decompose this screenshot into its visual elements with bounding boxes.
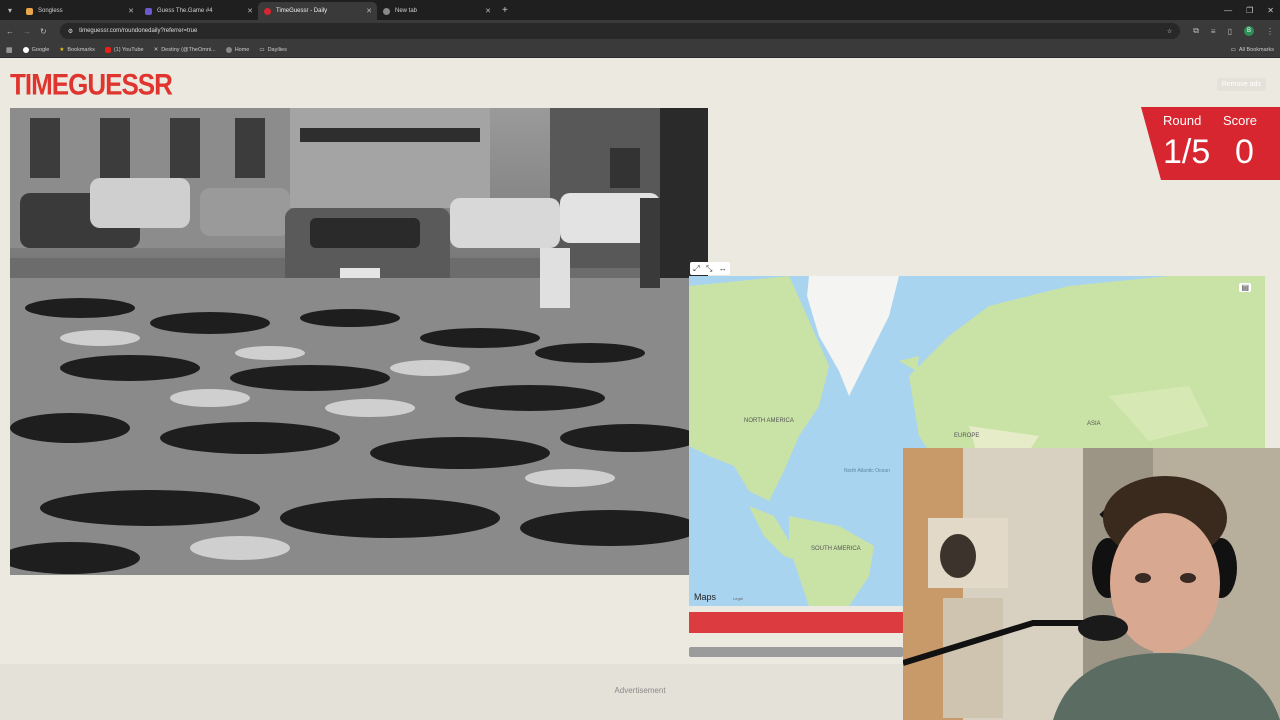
bookmark-bookmarks[interactable]: ★ Bookmarks bbox=[59, 47, 94, 53]
round-value: 1/5 bbox=[1163, 133, 1211, 171]
bookmark-destiny[interactable]: ✕ Destiny (@TheOmni... bbox=[154, 47, 216, 53]
bookmark-dayilies[interactable]: ▭ Dayilies bbox=[259, 47, 286, 53]
x-icon: ✕ bbox=[153, 46, 159, 53]
minimize-icon[interactable]: — bbox=[1224, 6, 1232, 15]
webcam-image bbox=[903, 448, 1280, 720]
bookmark-label: Bookmarks bbox=[67, 46, 95, 53]
map-size-controls[interactable]: ⤢ ⤡ ↔ bbox=[690, 262, 730, 275]
map-label: EUROPE bbox=[954, 433, 979, 439]
bookmark-label: Google bbox=[31, 46, 50, 53]
tab-search-icon[interactable]: ▾ bbox=[0, 0, 20, 20]
tab-guess-the-game[interactable]: Guess The.Game #4 ✕ bbox=[139, 2, 258, 20]
favicon-icon bbox=[26, 7, 33, 15]
map-label: ASIA bbox=[1087, 421, 1101, 427]
tab-title: Guess The.Game #4 bbox=[157, 8, 213, 14]
bookmark-home[interactable]: Home bbox=[225, 46, 250, 53]
pin-map-icon[interactable]: ↔ bbox=[719, 264, 727, 273]
forward-icon[interactable]: → bbox=[23, 27, 31, 36]
globe-icon bbox=[225, 46, 232, 53]
tab-title: New tab bbox=[395, 8, 418, 14]
star-icon: ★ bbox=[59, 46, 65, 53]
extensions-icon[interactable]: ⧉ bbox=[1193, 26, 1199, 36]
favicon-icon bbox=[145, 7, 152, 15]
all-bookmarks[interactable]: ▭ All Bookmarks bbox=[1231, 47, 1274, 53]
youtube-icon bbox=[104, 46, 111, 53]
profile-avatar[interactable]: B bbox=[1244, 26, 1254, 36]
guess-button[interactable] bbox=[689, 612, 903, 633]
maximize-icon[interactable]: ❐ bbox=[1246, 6, 1253, 15]
map-label: SOUTH AMERICA bbox=[811, 546, 861, 552]
address-bar[interactable]: ⚙ timeguessr.com/roundonedaily?referrer=… bbox=[59, 23, 1181, 39]
sidepanel-icon[interactable]: ▯ bbox=[1228, 27, 1232, 36]
timeguessr-logo[interactable]: TIMEGUESSR bbox=[10, 67, 173, 103]
bookmark-label: (1) YouTube bbox=[113, 46, 144, 53]
map-label: North Atlantic Ocean bbox=[844, 468, 890, 474]
new-tab-icon[interactable]: + bbox=[502, 5, 508, 16]
reload-icon[interactable]: ↻ bbox=[40, 27, 47, 36]
score-value: 0 bbox=[1235, 133, 1254, 171]
media-icon[interactable]: ≡ bbox=[1211, 27, 1216, 36]
tab-title: Songless bbox=[38, 8, 63, 14]
all-bookmarks-label: All Bookmarks bbox=[1238, 46, 1274, 53]
folder-icon: ▭ bbox=[1230, 46, 1236, 53]
menu-icon[interactable]: ⋮ bbox=[1266, 27, 1274, 36]
round-score-box: Round Score 1/5 0 bbox=[1141, 107, 1280, 180]
bookmark-label: Dayilies bbox=[267, 46, 287, 53]
round-label: Round bbox=[1163, 113, 1202, 128]
url-text: timeguessr.com/roundonedaily?referrer=tr… bbox=[79, 28, 198, 34]
round-photo[interactable] bbox=[10, 108, 708, 575]
webcam-overlay bbox=[903, 448, 1280, 720]
remove-ads-button[interactable]: Remove ads bbox=[1216, 78, 1266, 91]
favicon-icon bbox=[383, 7, 390, 15]
google-icon bbox=[22, 46, 29, 53]
browser-tab-bar: ▾ Songless ✕ Guess The.Game #4 ✕ TimeGue… bbox=[0, 0, 1280, 20]
year-slider[interactable] bbox=[689, 647, 903, 657]
close-tab-icon[interactable]: ✕ bbox=[485, 7, 491, 15]
site-info-icon[interactable]: ⚙ bbox=[68, 28, 73, 35]
folder-icon: ▭ bbox=[259, 46, 265, 53]
close-tab-icon[interactable]: ✕ bbox=[128, 7, 134, 15]
bookmark-label: Home bbox=[234, 46, 250, 53]
back-icon[interactable]: ← bbox=[6, 27, 14, 36]
map-legal[interactable]: Legal bbox=[733, 596, 743, 601]
bookmark-youtube[interactable]: (1) YouTube bbox=[104, 46, 144, 53]
map-label: NORTH AMERICA bbox=[744, 418, 794, 424]
close-window-icon[interactable]: ✕ bbox=[1267, 6, 1274, 15]
maps-attribution[interactable]: Maps bbox=[694, 592, 717, 602]
shrink-map-icon[interactable]: ⤡ bbox=[706, 264, 712, 274]
bookmark-label: Destiny (@TheOmni... bbox=[161, 46, 216, 53]
tab-title: TimeGuessr - Daily bbox=[276, 8, 328, 14]
bookmarks-bar: ▦ Google ★ Bookmarks (1) YouTube ✕ Destiny… bbox=[0, 42, 1280, 58]
street-protest-photo bbox=[10, 108, 708, 575]
expand-map-icon[interactable]: ⤢ bbox=[693, 264, 699, 274]
tab-songless[interactable]: Songless ✕ bbox=[20, 2, 139, 20]
bookmark-star-icon[interactable]: ☆ bbox=[1167, 28, 1172, 35]
close-tab-icon[interactable]: ✕ bbox=[247, 7, 253, 15]
score-label: Score bbox=[1223, 113, 1257, 128]
bookmark-google[interactable]: Google bbox=[22, 46, 50, 53]
browser-toolbar: ← → ↻ ⚙ timeguessr.com/roundonedaily?ref… bbox=[0, 20, 1280, 42]
close-tab-icon[interactable]: ✕ bbox=[366, 7, 372, 15]
tab-timeguessr[interactable]: TimeGuessr - Daily ✕ bbox=[258, 2, 377, 20]
favicon-icon bbox=[264, 7, 271, 15]
map-layers-icon[interactable]: ▤ bbox=[1239, 283, 1251, 292]
apps-icon[interactable]: ▦ bbox=[6, 46, 13, 54]
tab-new-tab[interactable]: New tab ✕ bbox=[377, 2, 496, 20]
